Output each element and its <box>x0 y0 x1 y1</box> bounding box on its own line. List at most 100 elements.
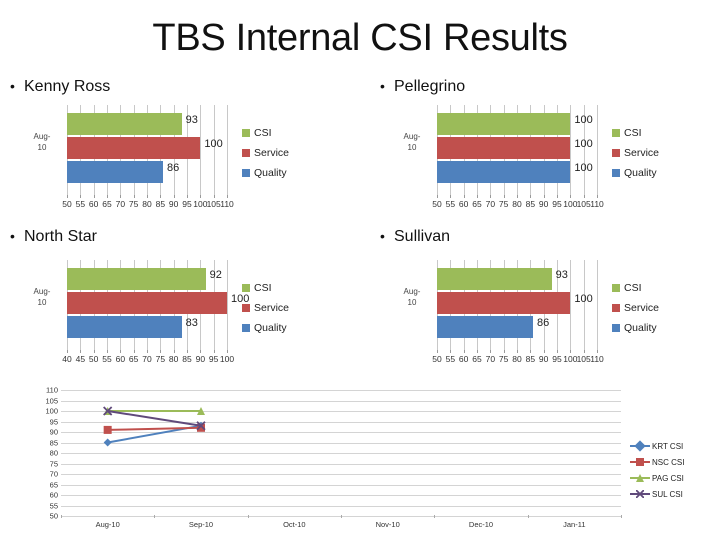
data-label-quality: 100 <box>574 162 593 174</box>
axis-tick-label: 75 <box>49 459 58 468</box>
legend-label: CSI <box>624 127 642 139</box>
axis-tick-label: 75 <box>128 199 139 209</box>
axis-tick-label: 85 <box>525 199 536 209</box>
axis-tick <box>147 350 148 353</box>
legend-item-service: Service <box>242 298 289 318</box>
legend-label: CSI <box>624 282 642 294</box>
axis-tick <box>450 195 452 198</box>
data-label-csi: 92 <box>209 269 222 281</box>
plot-area <box>437 105 598 195</box>
gridline <box>597 105 598 195</box>
axis-tick-label: 70 <box>485 199 496 209</box>
gridline <box>200 105 202 195</box>
bar-csi <box>67 113 182 135</box>
axis-tick-label: 105 <box>206 199 221 209</box>
legend-swatch-icon <box>612 284 620 292</box>
axis-tick-label: Dec-10 <box>468 520 494 529</box>
axis-tick <box>80 350 82 353</box>
axis-tick-label: 110 <box>220 199 234 209</box>
axis-tick <box>67 195 68 198</box>
axis-tick-label: 45 <box>75 354 86 364</box>
legend-swatch-icon <box>612 149 620 157</box>
axis-tick-label: 100 <box>45 406 58 416</box>
axis-tick <box>437 195 438 198</box>
bullet-dot-icon: • <box>380 228 385 244</box>
axis-tick-label: 65 <box>472 199 482 209</box>
bar-quality <box>67 316 182 338</box>
legend-swatch-icon <box>612 304 620 312</box>
line-sul-csi <box>107 410 202 427</box>
axis-tick <box>437 350 438 353</box>
line-chart-x-axis: Aug-10 Sep-10 Oct-10 Nov-10 Dec-10 Jan-11 <box>61 515 622 534</box>
legend-item-nsc-csi: NSC CSI <box>630 454 684 470</box>
axis-tick <box>434 515 436 518</box>
legend-label: CSI <box>254 282 272 294</box>
legend-item-quality: Quality <box>242 163 289 183</box>
axis-tick-label: 65 <box>49 480 58 489</box>
axis-tick-label: 95 <box>208 354 219 364</box>
legend-item-service: Service <box>242 143 289 163</box>
category-label: Aug- 10 <box>390 286 434 308</box>
category-label-line: Aug- <box>33 287 51 296</box>
axis-tick <box>187 195 188 198</box>
axis-tick-label: 105 <box>576 354 591 364</box>
axis-tick-label: 85 <box>155 199 166 209</box>
axis-tick-label: 65 <box>128 354 139 364</box>
category-label: Aug- 10 <box>390 131 434 153</box>
axis-tick-label: 85 <box>182 354 192 364</box>
chart-legend: CSI Service Quality <box>242 123 289 183</box>
axis-tick-label: 40 <box>62 354 72 364</box>
axis-tick-label: Oct-10 <box>283 520 306 529</box>
legend-label: Service <box>254 147 290 159</box>
x-axis: 50 55 60 65 70 75 80 85 90 95 100 105 110 <box>432 350 604 368</box>
axis-tick <box>147 195 148 198</box>
axis-tick <box>227 195 228 198</box>
axis-tick-label: 110 <box>46 385 58 395</box>
axis-tick <box>200 350 202 353</box>
bullet-item-pellegrino: • Pellegrino <box>380 78 465 96</box>
axis-tick <box>120 195 122 198</box>
legend-item-quality: Quality <box>612 163 659 183</box>
axis-tick-label: 95 <box>49 417 58 426</box>
axis-tick <box>160 350 162 353</box>
legend-marker-icon <box>630 457 650 467</box>
axis-tick <box>503 350 505 353</box>
axis-tick-label: 85 <box>525 354 536 364</box>
legend-point <box>636 458 644 466</box>
axis-tick <box>213 350 215 353</box>
axis-tick-label: 90 <box>538 199 549 209</box>
axis-tick <box>570 195 572 198</box>
legend-item-csi: CSI <box>612 278 659 298</box>
legend-label: KRT CSI <box>652 441 684 451</box>
axis-tick <box>621 515 622 518</box>
gridline <box>583 260 585 350</box>
axis-tick-label: 50 <box>432 354 442 364</box>
axis-tick-label: 70 <box>485 354 496 364</box>
legend-swatch-icon <box>612 324 620 332</box>
bar-service <box>67 292 227 314</box>
legend-swatch-icon <box>242 129 250 137</box>
line-nsc-csi <box>107 426 202 431</box>
axis-tick-label: 100 <box>193 199 208 209</box>
page-title: TBS Internal CSI Results <box>152 17 568 59</box>
legend-marker-icon <box>630 440 650 452</box>
bar-quality <box>67 161 163 183</box>
axis-tick-label: 90 <box>195 354 206 364</box>
legend-label: Quality <box>624 322 657 334</box>
gridline <box>227 105 228 195</box>
legend-item-quality: Quality <box>612 318 659 338</box>
data-point-marker <box>103 438 112 447</box>
axis-tick-label: 70 <box>115 199 126 209</box>
legend-marker-icon <box>630 473 650 483</box>
axis-tick <box>463 350 465 353</box>
axis-tick-label: 60 <box>115 354 126 364</box>
axis-tick-label: 55 <box>445 354 456 364</box>
axis-tick <box>543 350 545 353</box>
axis-tick-label: 50 <box>88 354 99 364</box>
bar-quality <box>437 316 533 338</box>
axis-tick-label: 65 <box>102 199 112 209</box>
axis-tick <box>543 195 545 198</box>
axis-tick <box>61 515 62 518</box>
axis-tick <box>517 195 518 198</box>
legend-item-service: Service <box>612 298 659 318</box>
